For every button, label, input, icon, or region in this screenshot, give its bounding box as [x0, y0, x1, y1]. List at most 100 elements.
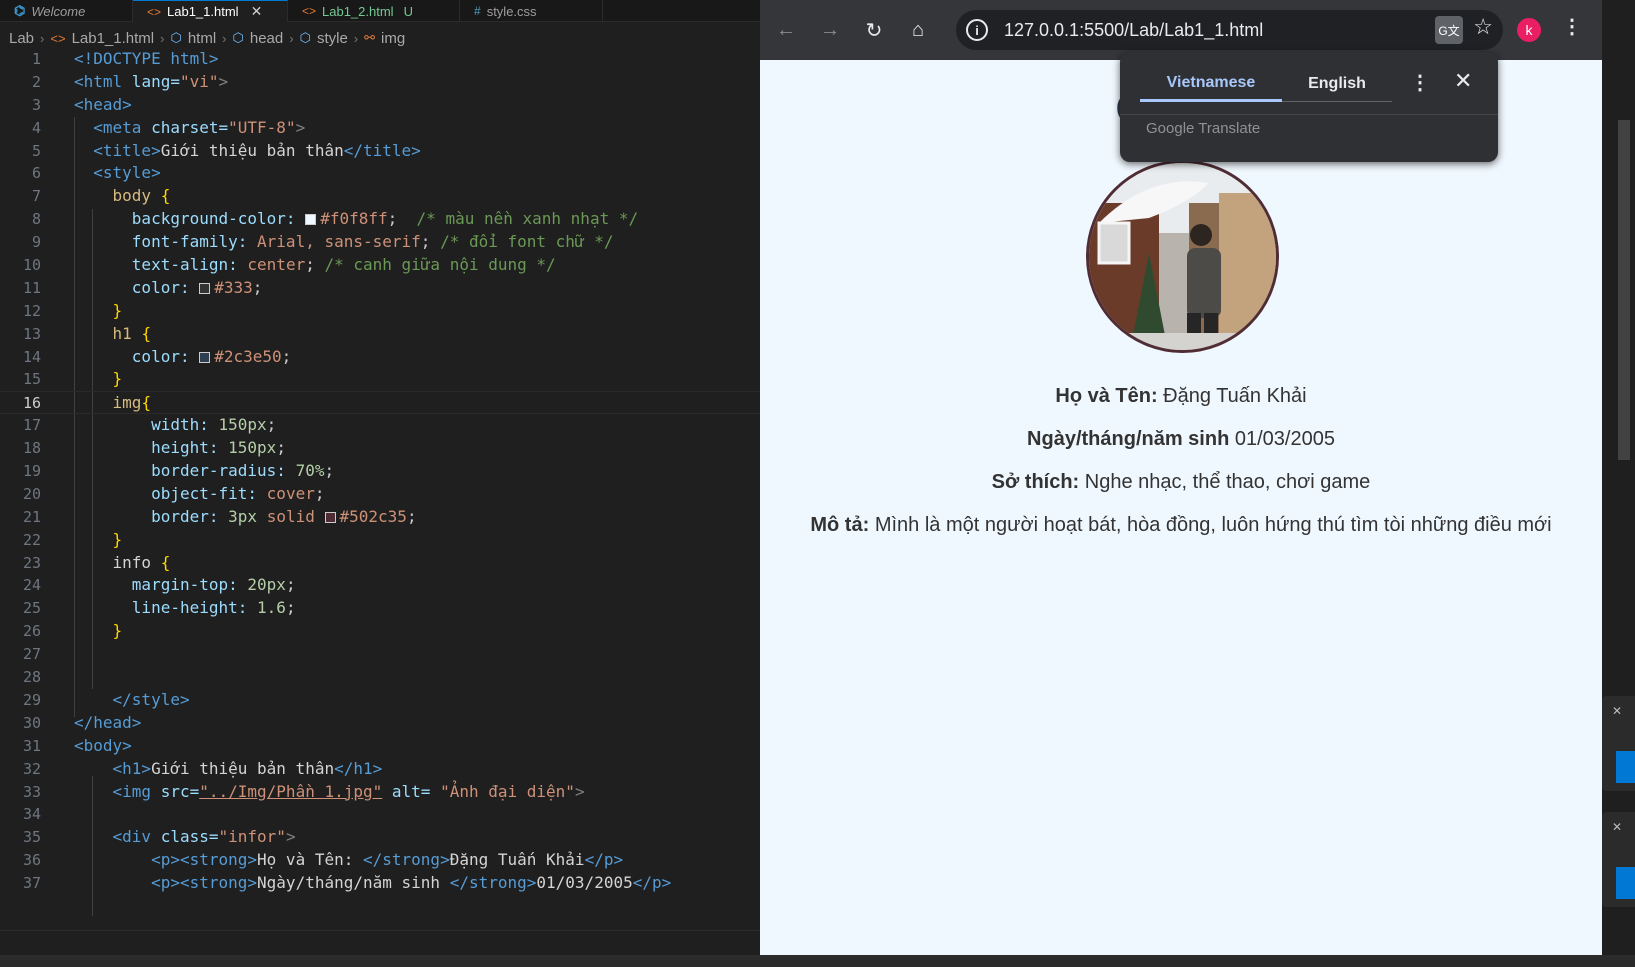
html-file-icon: <> — [50, 30, 66, 46]
chevron-right-icon: › — [40, 30, 45, 46]
code-line: 1 <!DOCTYPE html> — [31, 49, 219, 68]
code-line: 11 color: #333; — [22, 277, 263, 297]
info-name: Họ và Tên: Đặng Tuấn Khải — [1055, 385, 1307, 407]
notification-action-button[interactable] — [1616, 867, 1635, 899]
code-line: 21 border: 3px solid #502c35; — [22, 506, 417, 526]
code-line: 25 line-height: 1.6; — [22, 598, 296, 618]
editor-tab-bar: ⌬ Welcome <> Lab1_1.html ✕ <> Lab1_2.htm… — [0, 0, 760, 22]
code-line: 35 <div class="infor"> — [22, 827, 296, 847]
code-line: 20 object-fit: cover; — [22, 483, 325, 503]
code-line: 13 h1 { — [22, 323, 152, 343]
code-line: 26 } — [22, 621, 123, 641]
code-line: 36 <p><strong>Họ và Tên: </strong>Đặng T… — [22, 850, 624, 870]
info-hobbies: Sở thích: Nghe nhạc, thể thao, chơi game — [991, 471, 1371, 493]
chevron-right-icon: › — [353, 30, 359, 46]
notification-toast[interactable]: ✕ — [1602, 812, 1635, 907]
code-line: 9 font-family: Arial, sans-serif; /* đổi… — [31, 232, 614, 252]
code-line: 31 <body> — [22, 735, 132, 755]
code-line: 6 <style> — [31, 163, 161, 183]
bookmark-star-icon[interactable]: ☆ — [1473, 14, 1493, 40]
close-icon[interactable]: ✕ — [1612, 820, 1622, 834]
code-line: 12 } — [22, 300, 123, 320]
google-translate-brand: Google Translate — [1146, 120, 1261, 137]
code-line-current: 16 img{ — [0, 391, 760, 415]
code-line: 24 margin-top: 20px; — [22, 575, 296, 595]
info-section: Họ và Tên: Đặng Tuấn Khải Ngày/tháng/năm… — [760, 375, 1602, 547]
code-line: 23 info { — [22, 552, 171, 572]
code-line: 28 — [22, 668, 41, 687]
code-editor[interactable]: ⌬ Welcome <> Lab1_1.html ✕ <> Lab1_2.htm… — [0, 0, 760, 967]
chevron-right-icon: › — [160, 30, 165, 46]
code-line: 30 </head> — [22, 712, 142, 732]
code-line: 34 — [22, 805, 41, 824]
code-line: 32 <h1>Giới thiệu bản thân</h1> — [22, 758, 383, 778]
close-icon[interactable]: ✕ — [1612, 704, 1622, 718]
code-line: 27 — [22, 645, 41, 664]
code-line: 22 } — [22, 529, 123, 549]
vscode-logo-icon: ⌬ — [14, 3, 26, 18]
breadcrumb-item[interactable]: html — [188, 30, 216, 47]
element-cube-icon: ⬡ — [232, 30, 244, 45]
info-birthdate: Ngày/tháng/năm sinh 01/03/2005 — [1027, 428, 1335, 450]
element-cube-icon: ⬡ — [170, 30, 182, 45]
forward-arrow-icon[interactable]: → — [808, 8, 852, 52]
code-line: 7 body { — [31, 186, 171, 206]
code-line: 10 text-align: center; /* canh giữa nội … — [22, 255, 556, 275]
tab-lab1-1[interactable]: <> Lab1_1.html ✕ — [133, 0, 288, 22]
color-swatch[interactable] — [199, 351, 211, 363]
code-line: 14 color: #2c3e50; — [22, 346, 292, 366]
code-line: 3 <head> — [31, 94, 132, 114]
scrollbar-thumb[interactable] — [1618, 120, 1630, 460]
more-options-icon[interactable]: ⋮ — [1410, 70, 1430, 95]
selector-icon: ⚯ — [364, 30, 376, 45]
profile-avatar[interactable]: k — [1517, 18, 1541, 42]
browser-menu-icon[interactable]: ⋮ — [1562, 14, 1582, 39]
code-line: 19 border-radius: 70%; — [22, 461, 335, 481]
translate-tab-english[interactable]: English — [1282, 66, 1392, 102]
color-swatch[interactable] — [324, 511, 336, 523]
html-file-icon: <> — [302, 4, 317, 18]
color-swatch[interactable] — [305, 214, 317, 226]
back-arrow-icon[interactable]: ← — [764, 8, 808, 52]
page-viewport: Giới th Họ và Tên: Đặng Tuấn Khải Ngày/t… — [760, 60, 1602, 955]
home-icon[interactable]: ⌂ — [896, 8, 940, 52]
tab-lab1-2[interactable]: <> Lab1_2.html U — [288, 0, 460, 22]
code-line: 4 <meta charset="UTF-8"> — [31, 117, 306, 137]
code-line: 33 <img src="../Img/Phần 1.jpg" alt= "Ản… — [22, 781, 585, 801]
breadcrumb-item[interactable]: Lab1_1.html — [72, 30, 155, 47]
color-swatch[interactable] — [199, 282, 211, 294]
code-line: 15 } — [22, 369, 123, 389]
notification-action-button[interactable] — [1616, 751, 1635, 783]
translate-icon[interactable]: G文 — [1435, 16, 1463, 44]
breadcrumb-item[interactable]: Lab — [9, 30, 34, 47]
code-line: 2 <html lang="vi"> — [31, 71, 229, 91]
breadcrumb-item[interactable]: head — [250, 30, 283, 47]
close-tab-icon[interactable]: ✕ — [251, 3, 263, 20]
notification-toast[interactable]: ✕ — [1602, 696, 1635, 791]
taskbar-strip — [0, 955, 1635, 967]
html-file-icon: <> — [147, 4, 162, 19]
code-line: 5 <title>Giới thiệu bản thân</title> — [31, 140, 421, 160]
tab-style-css[interactable]: # style.css — [460, 0, 603, 22]
tab-welcome[interactable]: ⌬ Welcome — [0, 0, 133, 22]
profile-photo — [1086, 160, 1279, 353]
site-info-icon[interactable]: i — [966, 19, 988, 41]
breadcrumb-item[interactable]: img — [381, 30, 405, 47]
code-line: 8 background-color: #f0f8ff; /* màu nền … — [31, 209, 639, 229]
code-line: 17 width: 150px; — [22, 415, 277, 435]
address-bar[interactable]: i 127.0.0.1:5500/Lab/Lab1_1.html G文 ☆ — [956, 10, 1503, 50]
reload-icon[interactable]: ↻ — [852, 8, 896, 52]
breadcrumb-item[interactable]: style — [317, 30, 348, 47]
url-text[interactable]: 127.0.0.1:5500/Lab/Lab1_1.html — [1004, 20, 1263, 41]
code-area[interactable]: 1 <!DOCTYPE html> 2 <html lang="vi"> 3 <hea… — [0, 48, 760, 928]
code-line: 29 </style> — [22, 689, 190, 709]
close-icon[interactable]: ✕ — [1454, 68, 1472, 94]
chevron-right-icon: › — [222, 30, 227, 46]
code-line: 18 height: 150px; — [22, 438, 286, 458]
translate-tab-vietnamese[interactable]: Vietnamese — [1140, 66, 1282, 102]
element-cube-icon: ⬡ — [299, 30, 311, 45]
code-line: 37 <p><strong>Ngày/tháng/năm sinh </stro… — [22, 873, 672, 893]
translate-popup: Vietnamese English ⋮ ✕ Google Translate — [1120, 52, 1498, 162]
photo-illustration — [1089, 163, 1276, 350]
untracked-badge: U — [403, 3, 413, 19]
